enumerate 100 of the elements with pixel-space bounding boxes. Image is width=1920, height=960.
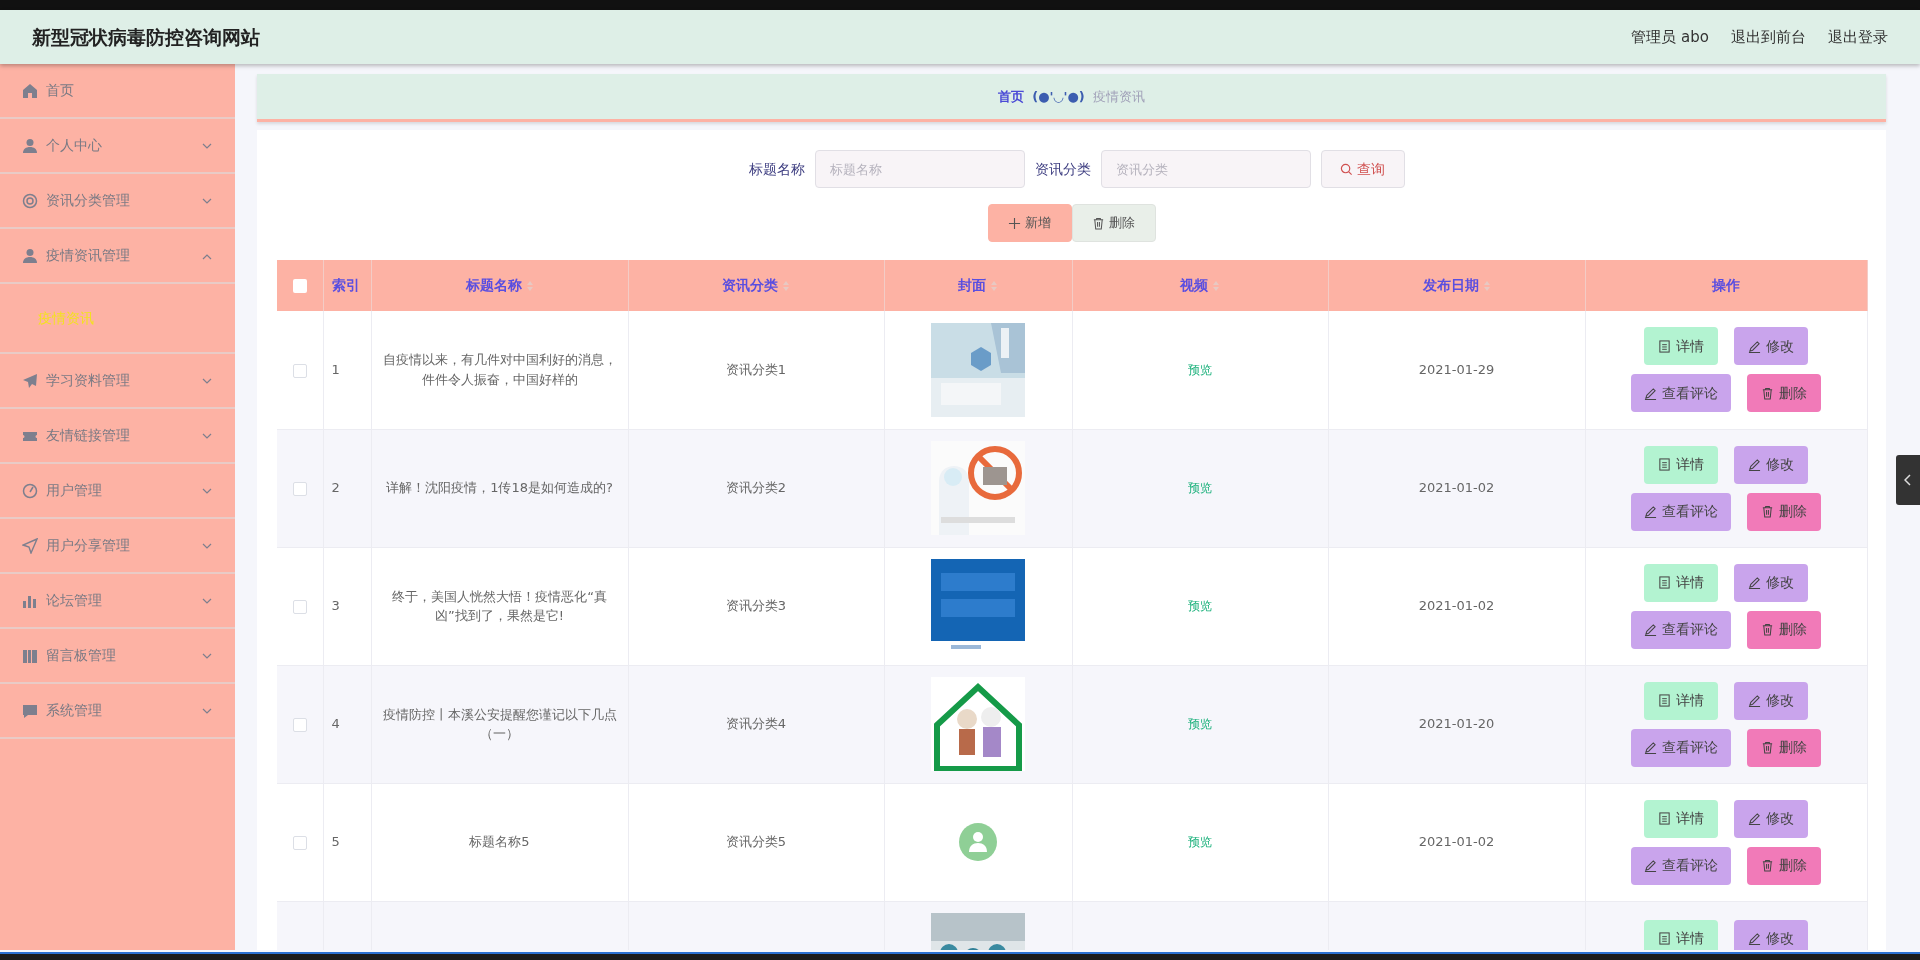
preview-link[interactable]: 预览 bbox=[1188, 363, 1212, 377]
edit-button[interactable]: 修改 bbox=[1734, 919, 1808, 950]
search-button[interactable]: 查询 bbox=[1320, 150, 1405, 188]
sort-icon bbox=[1212, 280, 1220, 292]
row-checkbox[interactable] bbox=[292, 835, 307, 850]
edit-button[interactable]: 修改 bbox=[1734, 681, 1808, 720]
row-checkbox[interactable] bbox=[292, 599, 307, 614]
header-link[interactable]: 退出登录 bbox=[1828, 25, 1888, 49]
edit-button[interactable]: 修改 bbox=[1734, 799, 1808, 838]
details-button[interactable]: 详情 bbox=[1644, 681, 1718, 720]
table-cell: 资讯分类3 bbox=[725, 598, 787, 614]
delete-button[interactable]: 删除 bbox=[1747, 492, 1821, 531]
details-button[interactable]: 详情 bbox=[1644, 445, 1718, 484]
table-cell: 2021-01-29 bbox=[1418, 362, 1495, 377]
field-label: 资讯分类 bbox=[1034, 159, 1091, 179]
chevron-left-icon bbox=[1904, 474, 1912, 486]
chat-icon bbox=[22, 702, 38, 719]
add-button[interactable]: 新增 bbox=[987, 204, 1072, 242]
sidebar-item[interactable]: 疫情资讯管理 bbox=[0, 229, 235, 284]
trash-icon bbox=[1761, 741, 1774, 754]
sidebar-item[interactable]: 资讯分类管理 bbox=[0, 174, 235, 229]
breadcrumb-link[interactable]: 首页 bbox=[998, 86, 1025, 107]
column-header[interactable]: 资讯分类 bbox=[722, 277, 790, 293]
collapse-handle[interactable] bbox=[1896, 455, 1920, 505]
details-button[interactable]: 详情 bbox=[1644, 799, 1718, 838]
details-button[interactable]: 详情 bbox=[1644, 563, 1718, 602]
site-title: 新型冠状病毒防控咨询网站 bbox=[32, 24, 260, 50]
table-cell: 2021-01-20 bbox=[1418, 716, 1495, 732]
pencil-icon bbox=[1748, 812, 1761, 825]
table-cell: 疫情防控丨本溪公安提醒您谨记以下几点（一） bbox=[382, 706, 617, 741]
plus-icon bbox=[1008, 216, 1021, 230]
select-all-checkbox[interactable] bbox=[292, 279, 307, 293]
document-icon bbox=[1658, 694, 1671, 707]
edit-button[interactable]: 修改 bbox=[1734, 563, 1808, 602]
sort-icon bbox=[1482, 280, 1491, 292]
table-cell: 自疫情以来，有几件对中国利好的消息，件件令人振奋，中国好样的 bbox=[382, 352, 617, 387]
table-cell: 3 bbox=[331, 598, 340, 614]
delete-button[interactable]: 删除 bbox=[1747, 374, 1821, 413]
sidebar-item[interactable]: 友情链接管理 bbox=[0, 409, 235, 464]
document-icon bbox=[1658, 932, 1671, 945]
sidebar-item[interactable]: 用户分享管理 bbox=[0, 519, 235, 574]
preview-link[interactable]: 预览 bbox=[1188, 599, 1212, 614]
delete-button[interactable]: 删除 bbox=[1747, 846, 1821, 885]
field-label: 标题名称 bbox=[748, 159, 805, 179]
pencil-icon bbox=[1644, 623, 1657, 636]
trash-icon bbox=[1761, 386, 1774, 400]
navigation-icon bbox=[22, 537, 38, 554]
column-header: 操作 bbox=[1712, 277, 1740, 293]
column-header[interactable]: 发布日期 bbox=[1422, 277, 1491, 293]
comments-button[interactable]: 查看评论 bbox=[1631, 374, 1731, 413]
table-cell: 资讯分类1 bbox=[725, 362, 787, 377]
gauge-icon bbox=[22, 482, 38, 499]
comments-button[interactable]: 查看评论 bbox=[1631, 728, 1731, 767]
preview-link[interactable]: 预览 bbox=[1188, 481, 1212, 496]
comments-button[interactable]: 查看评论 bbox=[1631, 492, 1731, 531]
table-cell: 详解！沈阳疫情，1传18是如何造成的? bbox=[386, 480, 613, 496]
edit-button[interactable]: 修改 bbox=[1734, 327, 1808, 366]
edit-button[interactable]: 修改 bbox=[1734, 445, 1808, 484]
pencil-icon bbox=[1644, 741, 1657, 754]
column-header[interactable]: 标题名称 bbox=[465, 277, 534, 293]
search-field[interactable]: 资讯分类 bbox=[1100, 150, 1311, 188]
paper-plane-icon bbox=[22, 372, 38, 389]
preview-link[interactable]: 预览 bbox=[1188, 835, 1212, 850]
delete-button[interactable]: 删除 bbox=[1747, 728, 1821, 767]
sidebar-item[interactable]: 首页 bbox=[0, 64, 235, 119]
sidebar-item[interactable]: 个人中心 bbox=[0, 119, 235, 174]
column-header[interactable]: 封面 bbox=[958, 277, 998, 293]
delete-button[interactable]: 删除 bbox=[1747, 610, 1821, 649]
sidebar-item[interactable]: 留言板管理 bbox=[0, 629, 235, 684]
sidebar-item[interactable]: 学习资料管理 bbox=[0, 354, 235, 409]
book-icon bbox=[22, 647, 38, 664]
ring-icon bbox=[22, 192, 38, 209]
comments-button[interactable]: 查看评论 bbox=[1631, 610, 1731, 649]
comments-button[interactable]: 查看评论 bbox=[1631, 846, 1731, 885]
preview-link[interactable]: 预览 bbox=[1188, 717, 1212, 732]
details-button[interactable]: 详情 bbox=[1644, 919, 1718, 950]
row-checkbox[interactable] bbox=[292, 717, 307, 732]
sidebar-item[interactable]: 用户管理 bbox=[0, 464, 235, 519]
header-link[interactable]: 退出到前台 bbox=[1731, 25, 1806, 49]
user-label: 管理员 abo bbox=[1631, 26, 1709, 48]
emoticon: (●'◡'●) bbox=[1032, 87, 1085, 106]
row-checkbox[interactable] bbox=[292, 481, 307, 496]
table-cell: 终于，美国人恍然大悟！疫情恶化“真凶”找到了，果然是它! bbox=[392, 588, 607, 623]
search-field[interactable]: 标题名称 bbox=[814, 150, 1025, 188]
table-cell: 2021-01-02 bbox=[1418, 480, 1495, 496]
details-button[interactable]: 详情 bbox=[1644, 327, 1718, 366]
document-icon bbox=[1658, 812, 1671, 825]
pencil-icon bbox=[1748, 694, 1761, 707]
row-checkbox[interactable] bbox=[292, 363, 307, 378]
trash-icon bbox=[1761, 505, 1774, 518]
column-header[interactable]: 视频 bbox=[1180, 277, 1220, 293]
sidebar-item[interactable]: 系统管理 bbox=[0, 684, 235, 739]
delete-button[interactable]: 删除 bbox=[1071, 204, 1156, 242]
table-cell: 1 bbox=[331, 362, 340, 377]
document-icon bbox=[1658, 458, 1671, 471]
sidebar-item[interactable]: 论坛管理 bbox=[0, 574, 235, 629]
table-cell: 标题名称5 bbox=[469, 834, 530, 850]
sort-icon bbox=[990, 280, 998, 292]
table-cell: 资讯分类5 bbox=[725, 834, 787, 850]
trash-icon bbox=[1092, 216, 1105, 230]
